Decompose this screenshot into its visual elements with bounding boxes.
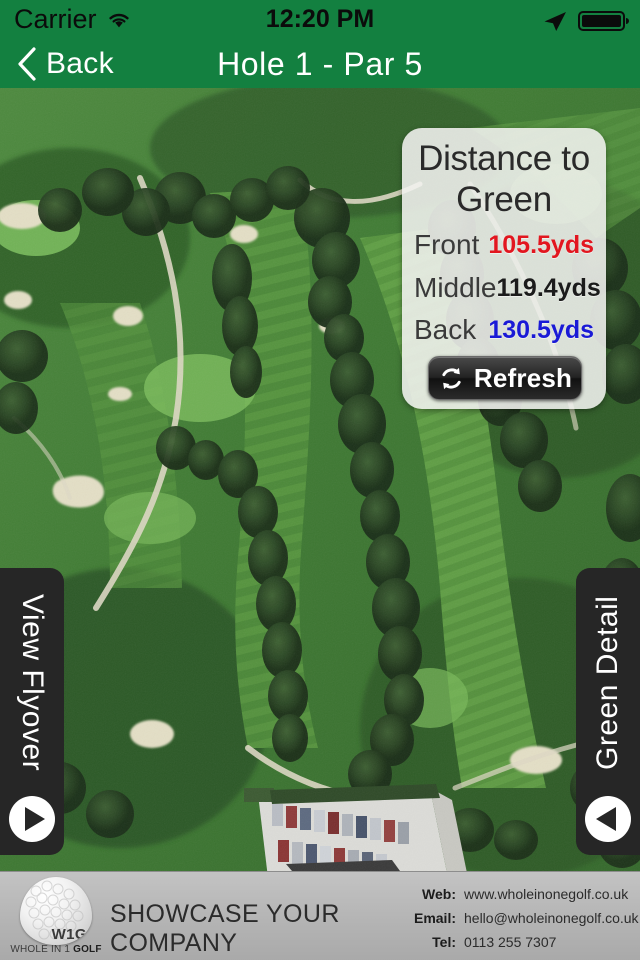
distance-value-front: 105.5yds xyxy=(488,230,594,259)
nav-bar: Back Hole 1 - Par 5 xyxy=(0,40,640,88)
distance-label-front: Front xyxy=(414,229,480,260)
chevron-left-icon xyxy=(18,47,36,81)
contact-label-email: Email: xyxy=(413,910,456,926)
contact-value-web[interactable]: www.wholeinonegolf.co.uk xyxy=(464,886,640,902)
green-detail-label: Green Detail xyxy=(591,595,624,771)
view-flyover-tab[interactable]: View Flyover xyxy=(0,568,64,855)
battery-full-icon xyxy=(578,11,629,31)
distance-panel-title: Distance to Green xyxy=(418,139,590,220)
distance-label-back: Back xyxy=(414,314,477,345)
distance-value-back: 130.5yds xyxy=(488,315,594,344)
app-screen: Distance to Green Front 105.5yds Middle … xyxy=(0,0,640,960)
contact-row-email: Email: hello@wholeinonegolf.co.uk xyxy=(408,906,640,930)
logo-ball-text: W1G xyxy=(51,926,87,943)
sponsor-contact-block: Web: www.wholeinonegolf.co.uk Email: hel… xyxy=(408,880,640,954)
distance-label-middle: Middle xyxy=(414,272,497,303)
refresh-button-label: Refresh xyxy=(473,362,573,393)
contact-label-tel: Tel: xyxy=(432,934,456,950)
contact-label-web: Web: xyxy=(422,886,456,902)
refresh-button[interactable]: Refresh xyxy=(428,356,582,400)
contact-row-web: Web: www.wholeinonegolf.co.uk xyxy=(408,882,640,906)
contact-value-email[interactable]: hello@wholeinonegolf.co.uk xyxy=(464,910,640,926)
back-button[interactable]: Back xyxy=(8,40,122,88)
play-triangle-left-icon xyxy=(585,796,631,842)
distance-to-green-panel: Distance to Green Front 105.5yds Middle … xyxy=(402,128,606,409)
golf-ball-icon: W1G xyxy=(20,877,92,945)
sponsor-footer[interactable]: W1G WHOLE IN 1 GOLF SHOWCASE YOUR COMPAN… xyxy=(0,871,640,960)
play-triangle-right-icon xyxy=(9,796,55,842)
distance-row-middle: Middle 119.4yds xyxy=(402,271,606,305)
back-button-label: Back xyxy=(46,47,114,80)
distance-row-back: Back 130.5yds xyxy=(402,313,606,347)
view-flyover-label: View Flyover xyxy=(16,594,49,772)
location-arrow-icon xyxy=(544,12,566,31)
logo-tagline-prefix: WHOLE IN 1 xyxy=(10,944,74,955)
contact-row-tel: Tel: 0113 255 7307 xyxy=(408,930,640,954)
refresh-circular-arrows-icon xyxy=(442,367,461,389)
golf-ball-logo: W1G WHOLE IN 1 GOLF xyxy=(8,874,104,960)
logo-tagline-bold: GOLF xyxy=(73,944,102,955)
contact-value-tel[interactable]: 0113 255 7307 xyxy=(464,934,640,950)
distance-row-front: Front 105.5yds xyxy=(402,228,606,262)
logo-tagline: WHOLE IN 1 GOLF xyxy=(8,944,104,955)
sponsor-headline: SHOWCASE YOUR COMPANY xyxy=(110,900,340,957)
status-bar: Carrier 12:20 PM xyxy=(0,0,640,40)
distance-value-middle: 119.4yds xyxy=(496,273,601,302)
green-detail-tab[interactable]: Green Detail xyxy=(576,568,640,855)
